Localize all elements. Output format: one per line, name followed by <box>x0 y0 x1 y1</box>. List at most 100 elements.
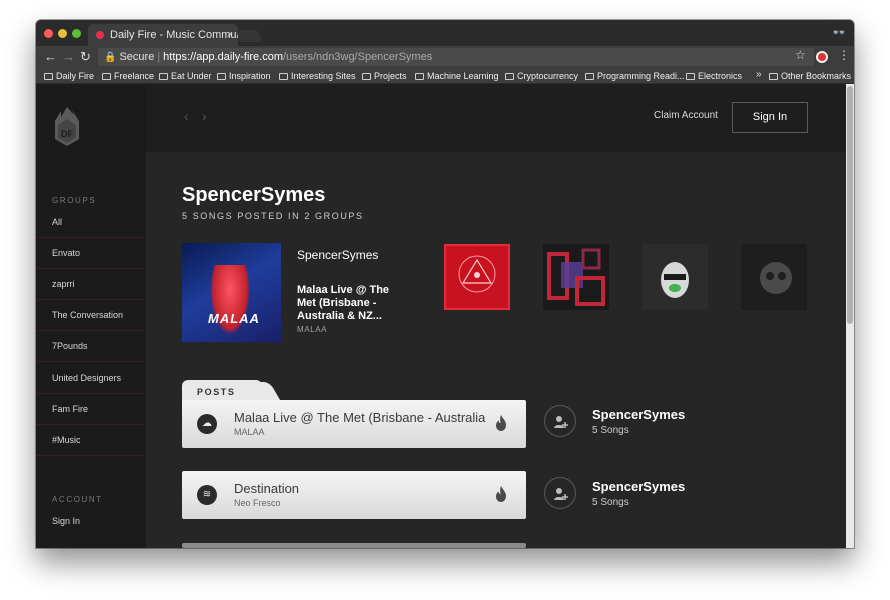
close-window-button[interactable] <box>44 29 53 38</box>
folder-icon <box>217 73 226 80</box>
user-add-icon <box>554 488 568 500</box>
tab-title: Daily Fire - Music Communiti <box>110 29 238 41</box>
bookmarks-overflow-button[interactable]: » <box>756 69 762 80</box>
maximize-window-button[interactable] <box>72 29 81 38</box>
lock-icon: 🔒 <box>104 52 117 63</box>
bookmark-item[interactable]: Programming Readi... <box>585 70 685 82</box>
profile-subtitle: 5 SONGS POSTED IN 2 GROUPS <box>182 211 364 221</box>
browser-toolbar: ← → ↻ 🔒 Secure | https://app.daily-fire.com… <box>36 46 854 68</box>
bookmark-item[interactable]: Interesting Sites <box>279 70 356 82</box>
sign-in-button[interactable]: Sign In <box>732 102 808 133</box>
sidebar-item-the-conversation[interactable]: The Conversation <box>36 300 146 331</box>
user-avatar[interactable] <box>544 477 576 509</box>
chevron-left-icon[interactable]: ‹ <box>184 108 189 124</box>
sidebar-item-sign-in[interactable]: Sign In <box>36 506 146 537</box>
incognito-icon: 👓 <box>832 27 846 39</box>
browser-tab[interactable]: Daily Fire - Music Communiti × <box>88 24 238 46</box>
sidebar-item-fam-fire[interactable]: Fam Fire <box>36 394 146 425</box>
app-content: DF GROUPS All Envato zaprri The Conversa… <box>36 84 846 548</box>
user-add-icon <box>554 416 568 428</box>
bookmark-item[interactable]: Projects <box>362 70 407 82</box>
address-bar[interactable]: 🔒 Secure | https://app.daily-fire.com/users… <box>98 48 814 66</box>
sidebar-item-7pounds[interactable]: 7Pounds <box>36 331 146 362</box>
post-title[interactable]: Malaa Live @ The Met (Brisbane - Austral… <box>234 410 486 425</box>
bookmark-item[interactable]: Machine Learning <box>415 70 499 82</box>
svg-text:DF: DF <box>61 129 73 139</box>
abstract-art-icon <box>547 248 605 306</box>
bookmark-item[interactable]: Electronics <box>686 70 742 82</box>
bookmark-item[interactable]: Freelance <box>102 70 154 82</box>
album-thumbnail[interactable] <box>444 244 510 310</box>
featured-title[interactable]: Malaa Live @ The Met (Brisbane - Austral… <box>297 284 407 323</box>
bookmark-item[interactable]: Inspiration <box>217 70 271 82</box>
folder-icon <box>159 73 168 80</box>
post-user-songs: 5 Songs <box>592 425 629 436</box>
bookmark-item[interactable]: Cryptocurrency <box>505 70 578 82</box>
top-bar: ‹ › Claim Account Sign In <box>146 84 846 152</box>
extension-icon[interactable] <box>816 51 828 63</box>
post-row[interactable] <box>182 543 526 548</box>
daily-fire-logo[interactable]: DF <box>52 105 82 147</box>
url-host: https://app.daily-fire.com <box>163 51 284 63</box>
minimize-window-button[interactable] <box>58 29 67 38</box>
fire-icon[interactable] <box>494 414 508 432</box>
url-separator: | <box>157 51 161 63</box>
groups-heading: GROUPS <box>52 196 97 205</box>
tab-bar: Daily Fire - Music Communiti × 👓 <box>36 20 854 46</box>
album-thumbnail[interactable] <box>741 244 807 310</box>
featured-user[interactable]: SpencerSymes <box>297 248 378 262</box>
browser-window: Daily Fire - Music Communiti × 👓 ← → ↻ 🔒… <box>36 20 854 548</box>
folder-icon <box>279 73 288 80</box>
forward-button[interactable]: → <box>62 48 75 66</box>
url-path: /users/ndn3wg/SpencerSymes <box>283 51 433 63</box>
bookmark-star-icon[interactable]: ☆ <box>795 48 806 62</box>
featured-artist: MALAA <box>297 325 328 334</box>
scrollbar-thumb[interactable] <box>847 86 853 324</box>
sidebar: DF GROUPS All Envato zaprri The Conversa… <box>36 84 146 548</box>
tab-close-icon[interactable]: × <box>227 24 233 46</box>
folder-icon <box>769 73 778 80</box>
album-thumbnail[interactable] <box>543 244 609 310</box>
sidebar-item-zaprri[interactable]: zaprri <box>36 269 146 300</box>
user-avatar[interactable] <box>544 405 576 437</box>
folder-icon <box>585 73 594 80</box>
folder-icon <box>415 73 424 80</box>
pyramid-eye-icon <box>458 255 496 293</box>
profile-username: SpencerSymes <box>182 184 326 206</box>
post-user-songs: 5 Songs <box>592 497 629 508</box>
featured-album-art[interactable]: MALAA <box>182 243 281 342</box>
secure-label: Secure <box>119 51 155 63</box>
main-panel: ‹ › Claim Account Sign In SpencerSymes 5… <box>146 84 846 548</box>
folder-icon <box>505 73 514 80</box>
chevron-right-icon[interactable]: › <box>202 108 207 124</box>
sidebar-item-united-designers[interactable]: United Designers <box>36 363 146 394</box>
fire-icon[interactable] <box>494 485 508 503</box>
spotify-icon: ≋ <box>197 485 217 505</box>
browser-menu-icon[interactable]: ⋮ <box>838 48 850 62</box>
post-row[interactable]: ≋ Destination Neo Fresco <box>182 471 526 519</box>
account-heading: ACCOUNT <box>52 495 103 504</box>
sidebar-item-music[interactable]: #Music <box>36 425 146 456</box>
skull-art-icon <box>760 262 792 294</box>
soundcloud-icon: ☁ <box>197 414 217 434</box>
bookmark-item[interactable]: Eat Under <box>159 70 212 82</box>
post-user-name[interactable]: SpencerSymes <box>592 407 685 422</box>
bookmark-item[interactable]: Daily Fire <box>44 70 94 82</box>
back-button[interactable]: ← <box>44 48 57 66</box>
sidebar-item-envato[interactable]: Envato <box>36 238 146 269</box>
bookmarks-bar: Daily Fire Freelance Eat Under Inspirati… <box>36 68 854 84</box>
folder-icon <box>362 73 371 80</box>
claim-account-link[interactable]: Claim Account <box>654 110 718 121</box>
face-art-icon <box>661 262 689 298</box>
new-tab-button[interactable] <box>235 30 263 42</box>
other-bookmarks[interactable]: Other Bookmarks <box>769 70 851 82</box>
folder-icon <box>44 73 53 80</box>
reload-button[interactable]: ↻ <box>80 48 91 66</box>
post-title[interactable]: Destination <box>234 481 486 496</box>
post-row[interactable]: ☁ Malaa Live @ The Met (Brisbane - Austr… <box>182 400 526 448</box>
post-user-name[interactable]: SpencerSymes <box>592 479 685 494</box>
album-thumbnail[interactable] <box>642 244 708 310</box>
sidebar-item-all[interactable]: All <box>36 207 146 238</box>
favicon-icon <box>96 31 104 39</box>
post-artist: MALAA <box>234 427 265 437</box>
